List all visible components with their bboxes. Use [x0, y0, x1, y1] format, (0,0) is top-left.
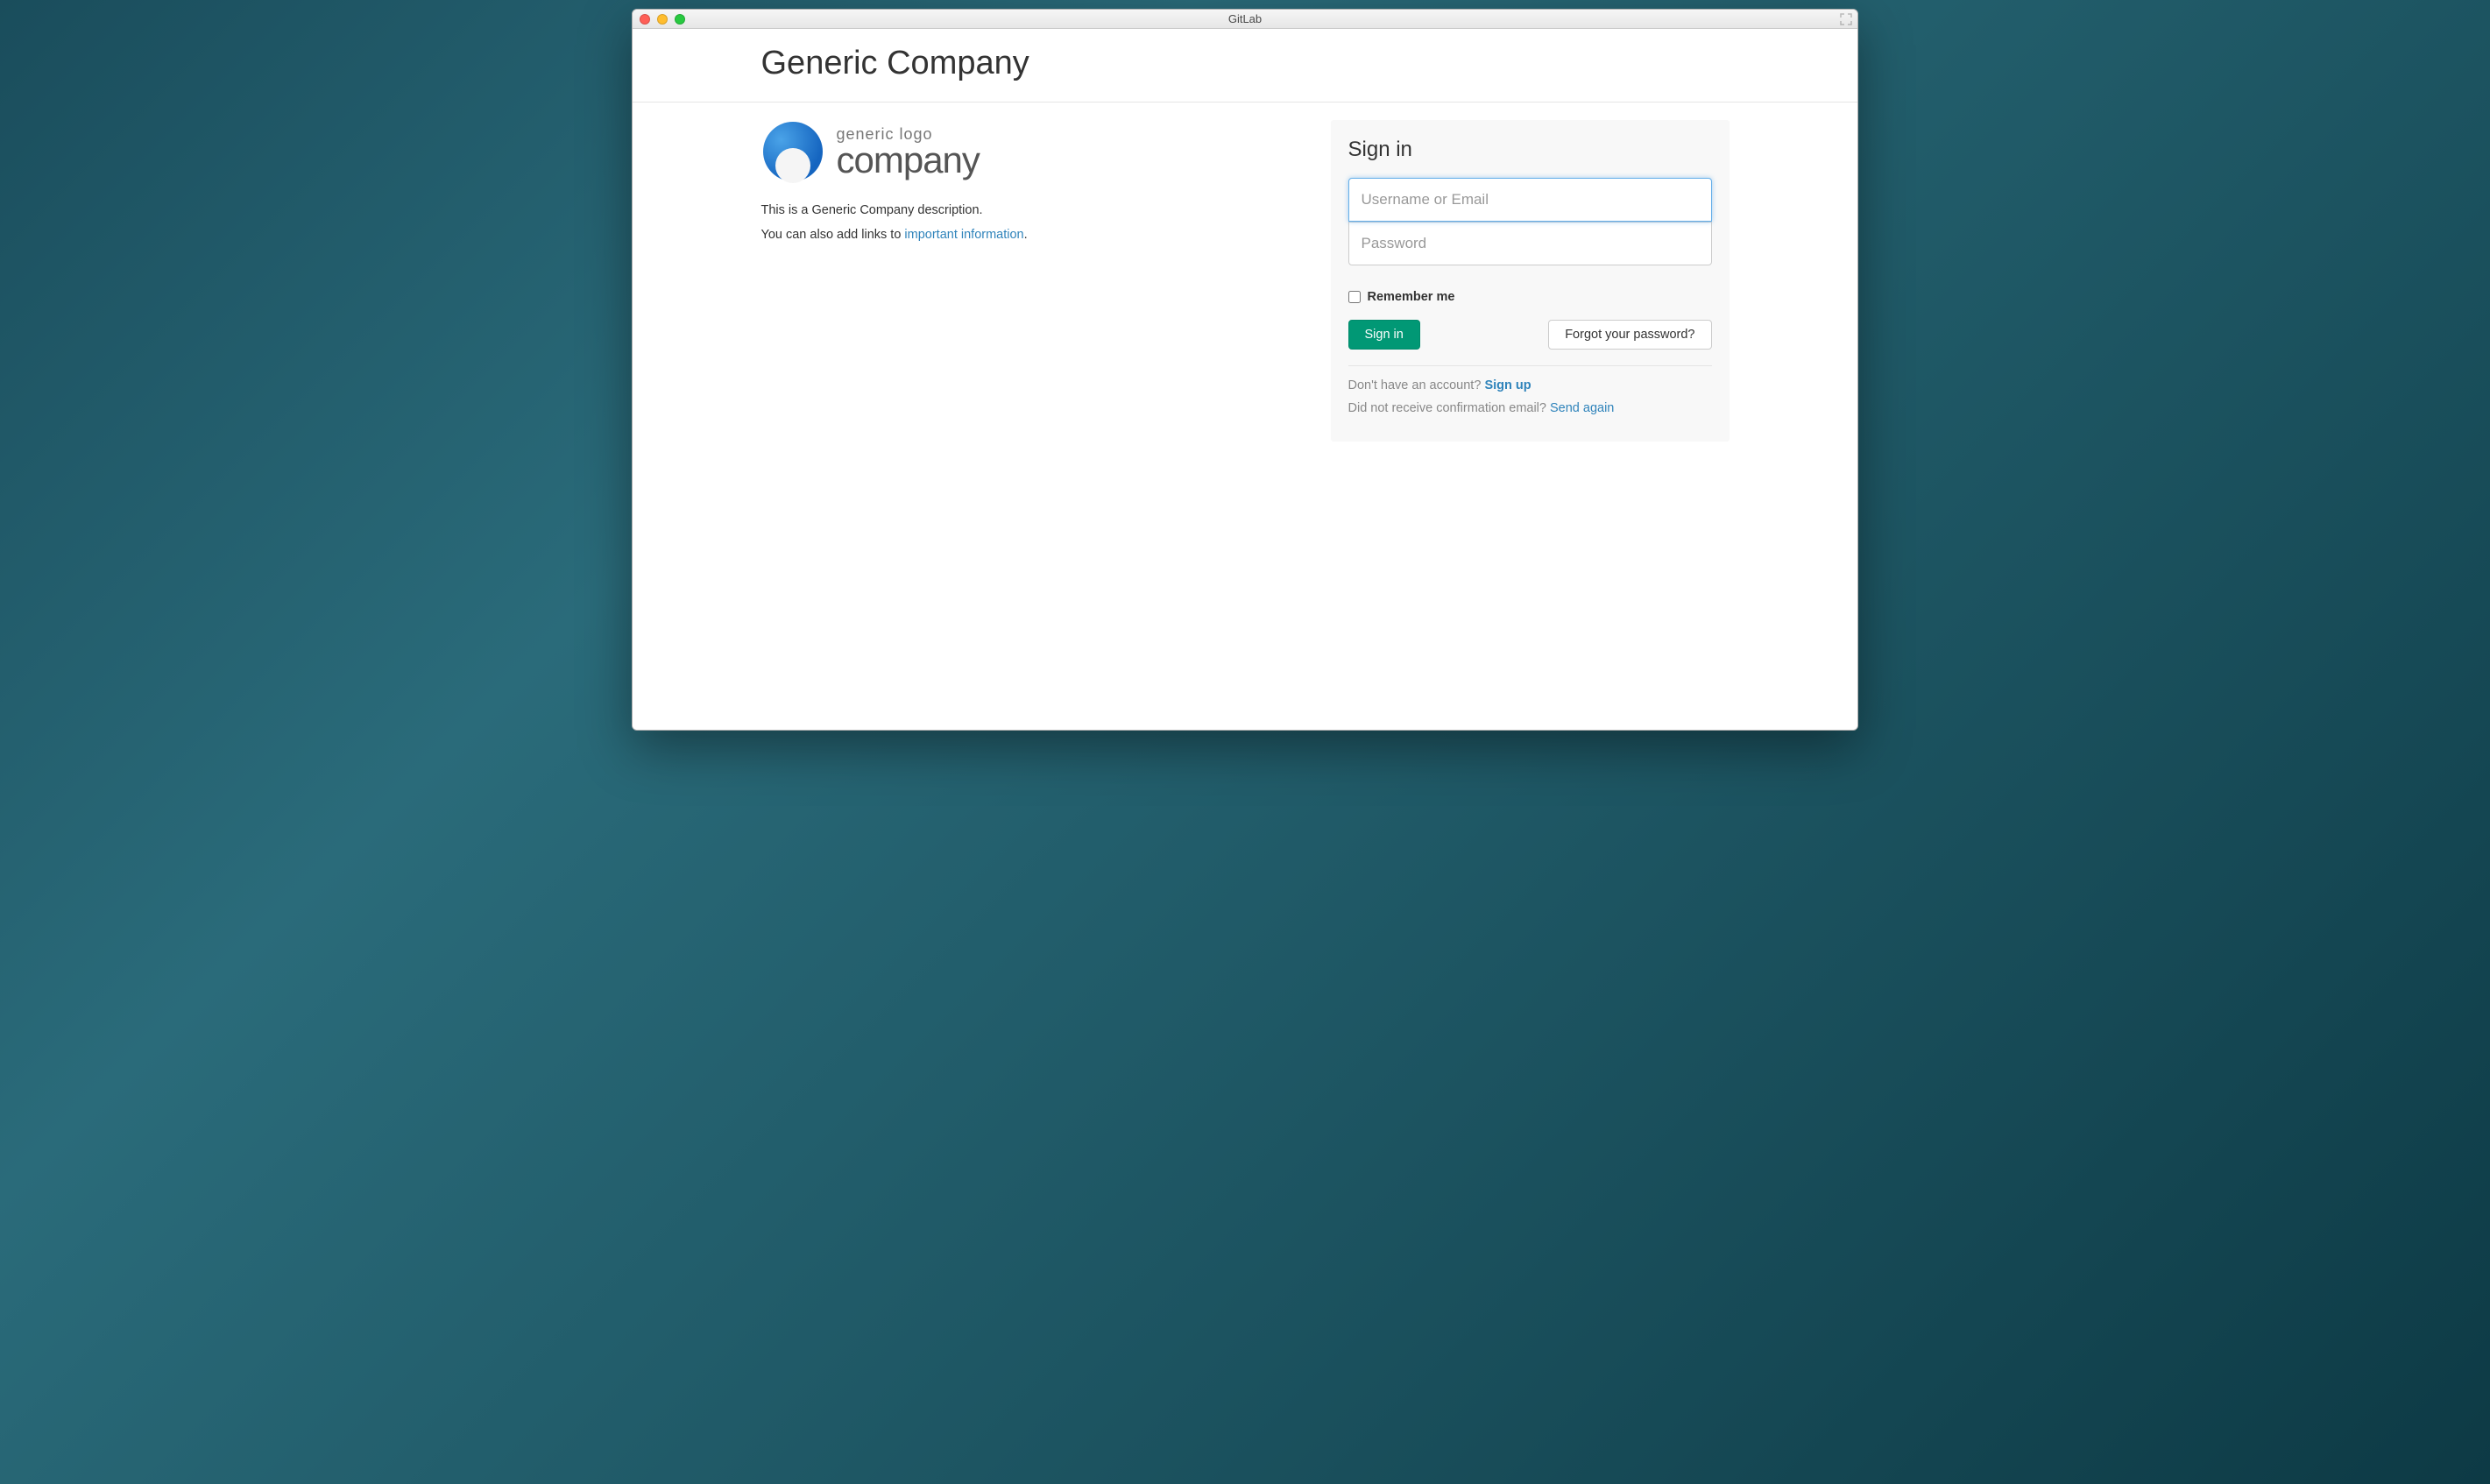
logo-title: company: [837, 144, 980, 177]
description-line-1: This is a Generic Company description.: [761, 199, 1305, 223]
app-window: GitLab Generic Company: [632, 9, 1858, 731]
titlebar[interactable]: GitLab: [633, 10, 1857, 29]
close-window-button[interactable]: [640, 14, 650, 25]
remember-me-label[interactable]: Remember me: [1368, 290, 1455, 304]
important-information-link[interactable]: important information: [904, 228, 1023, 242]
remember-me-checkbox[interactable]: [1348, 291, 1361, 303]
signin-title: Sign in: [1348, 138, 1712, 162]
fullscreen-icon[interactable]: [1840, 13, 1852, 25]
confirmation-line: Did not receive confirmation email? Send…: [1348, 401, 1712, 415]
username-input[interactable]: [1348, 178, 1712, 222]
signup-line: Don't have an account? Sign up: [1348, 378, 1712, 392]
zoom-window-button[interactable]: [675, 14, 685, 25]
content-area: Generic Company: [633, 29, 1857, 730]
forgot-password-button[interactable]: Forgot your password?: [1548, 320, 1711, 350]
signin-button[interactable]: Sign in: [1348, 320, 1420, 350]
signin-panel: Sign in Remember me Sign in Forgot your …: [1331, 120, 1730, 442]
minimize-window-button[interactable]: [657, 14, 668, 25]
send-again-link[interactable]: Send again: [1550, 401, 1614, 415]
page-header: Generic Company: [633, 29, 1857, 102]
company-logo: generic logo company: [761, 120, 1305, 183]
window-title: GitLab: [633, 12, 1857, 25]
brand-column: generic logo company This is a Generic C…: [761, 120, 1305, 442]
divider: [1348, 365, 1712, 366]
page-title: Generic Company: [761, 45, 1730, 82]
password-input[interactable]: [1348, 222, 1712, 265]
signup-prefix: Don't have an account?: [1348, 378, 1485, 392]
confirm-prefix: Did not receive confirmation email?: [1348, 401, 1551, 415]
traffic-lights: [640, 14, 685, 25]
description-line-2: You can also add links to important info…: [761, 223, 1305, 248]
description-prefix: You can also add links to: [761, 228, 905, 242]
description-suffix: .: [1024, 228, 1028, 242]
signup-link[interactable]: Sign up: [1484, 378, 1531, 392]
logo-icon: [761, 120, 824, 183]
